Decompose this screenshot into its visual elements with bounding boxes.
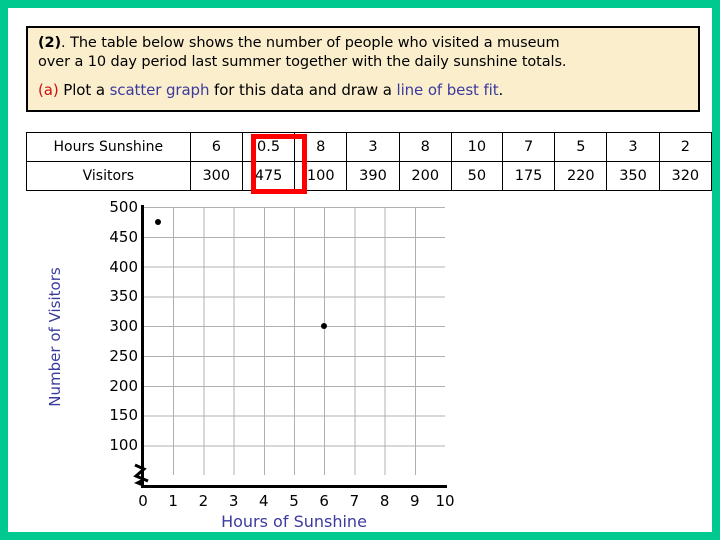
scatter-graph: 500 450 400 350 300 250 200 150 100 0 1 2 3 4 5 6 7 8 9 10… [26, 198, 486, 531]
x-tick-0: 0 [138, 492, 148, 510]
part-highlight-line-of-best-fit: line of best fit [396, 81, 499, 99]
x-tick-9: 9 [410, 492, 420, 510]
cell-visitors-8: 350 [606, 161, 660, 191]
cell-hours-7: 5 [554, 132, 608, 162]
cell-hours-3: 3 [346, 132, 400, 162]
y-tick-500: 500 [109, 198, 138, 216]
part-label: (a) [38, 81, 59, 99]
part-highlight-scatter-graph: scatter graph [109, 81, 210, 99]
x-tick-8: 8 [379, 492, 390, 510]
cell-hours-1: 0.5 [241, 132, 296, 162]
cell-hours-6: 7 [501, 132, 556, 162]
question-line-1: (2). The table below shows the number of… [38, 34, 688, 53]
question-line-1-text: . The table below shows the number of pe… [61, 35, 560, 51]
cell-visitors-9: 320 [658, 161, 713, 191]
table-row-visitors: Visitors 300 475 100 390 200 50 175 220 … [26, 161, 713, 191]
x-axis-title: Hours of Sunshine [221, 512, 367, 531]
slide-page: (2). The table below shows the number of… [8, 8, 713, 532]
table-row-hours-sunshine: Hours Sunshine 6 0.5 8 3 8 10 7 5 3 2 [26, 132, 713, 162]
question-number: (2) [38, 35, 62, 51]
cell-visitors-6: 175 [501, 161, 556, 191]
cell-visitors-1: 475 [241, 161, 296, 191]
x-tick-6: 6 [319, 492, 329, 510]
x-tick-10: 10 [435, 492, 455, 510]
question-part-a: (a) Plot a scatter graph for this data a… [38, 81, 688, 100]
row-label-hours-sunshine: Hours Sunshine [26, 132, 191, 162]
cell-hours-8: 3 [606, 132, 660, 162]
data-table: Hours Sunshine 6 0.5 8 3 8 10 7 5 3 2 Vi… [26, 132, 713, 191]
cell-hours-4: 8 [398, 132, 452, 162]
cell-visitors-7: 220 [554, 161, 608, 191]
x-axis-line [141, 485, 447, 488]
y-axis-line [141, 205, 144, 487]
question-box: (2). The table below shows the number of… [26, 26, 700, 112]
y-tick-100: 100 [109, 436, 138, 455]
cell-hours-5: 10 [450, 132, 503, 162]
cell-hours-9: 2 [658, 132, 713, 162]
x-tick-1: 1 [168, 492, 178, 510]
part-text-3: . [498, 81, 504, 99]
slide-background: (2). The table below shows the number of… [0, 0, 720, 540]
cell-visitors-0: 300 [189, 161, 243, 191]
x-tick-3: 3 [228, 492, 239, 510]
cell-visitors-3: 390 [346, 161, 400, 191]
data-point-0 [155, 218, 162, 225]
question-line-2: over a 10 day period last summer togethe… [38, 54, 567, 70]
row-label-visitors: Visitors [26, 161, 191, 191]
x-tick-7: 7 [349, 492, 360, 510]
x-tick-2: 2 [198, 492, 209, 510]
cell-visitors-4: 200 [398, 161, 452, 191]
x-tick-4: 4 [259, 492, 269, 510]
cell-hours-0: 6 [189, 132, 243, 162]
cell-hours-2: 8 [294, 132, 348, 162]
x-tick-5: 5 [289, 492, 299, 510]
part-text-1: Plot a [58, 81, 110, 99]
cell-visitors-2: 100 [294, 161, 348, 191]
cell-visitors-5: 50 [450, 161, 503, 191]
part-text-2: for this data and draw a [209, 81, 397, 99]
plot-grid-area [143, 207, 445, 475]
y-axis-title: Number of Visitors [46, 267, 64, 407]
